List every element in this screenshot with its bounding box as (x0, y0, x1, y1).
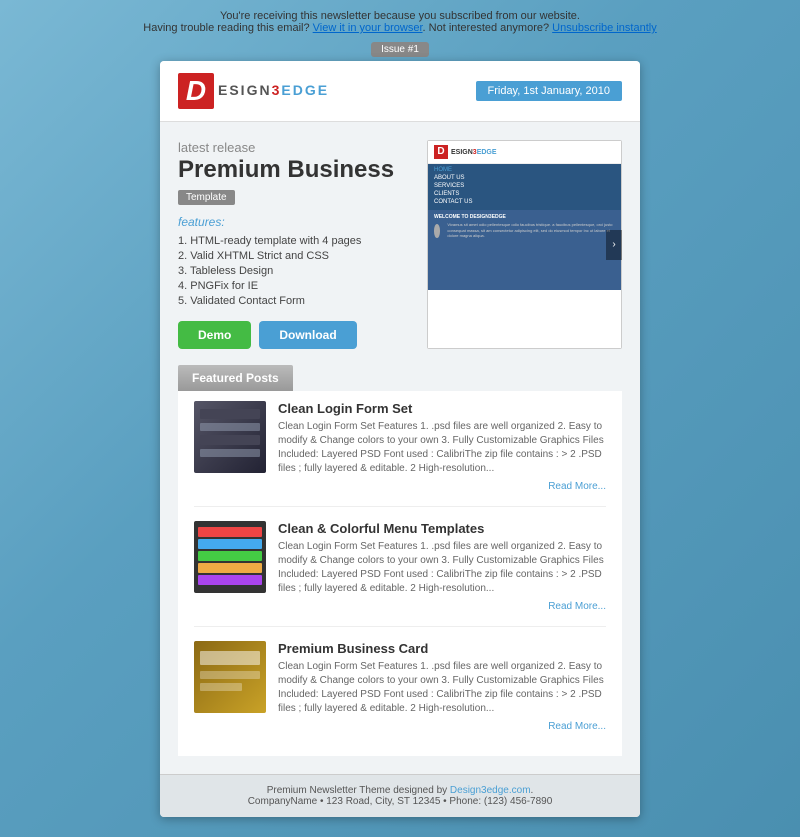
mockup-body-title: WELCOME TO DESIGN3EDGE (434, 214, 615, 220)
mockup-nav: HOME ABOUT US SERVICES CLIENTS CONTACT U… (428, 164, 621, 210)
feature-item: 4. PNGFix for IE (178, 280, 413, 292)
preview-next-arrow[interactable]: › (606, 230, 622, 260)
feature-item: 1. HTML-ready template with 4 pages (178, 235, 413, 247)
post-item-3: Premium Business Card Clean Login Form S… (194, 641, 606, 746)
mockup-body: WELCOME TO DESIGN3EDGE Vivamus sit amet … (428, 210, 621, 290)
action-buttons: Demo Download (178, 321, 413, 349)
view-in-browser-link[interactable]: View it in your browser (313, 22, 423, 34)
post-content-3: Premium Business Card Clean Login Form S… (278, 641, 606, 732)
footer-designed-by: Premium Newsletter Theme designed by (267, 785, 447, 796)
top-notice-bar: You're receiving this newsletter because… (143, 10, 656, 34)
footer-line2: CompanyName • 123 Road, City, ST 12345 •… (170, 796, 630, 807)
mockup-nav-services: SERVICES (434, 183, 615, 189)
post-title-3: Premium Business Card (278, 641, 606, 656)
read-more-2[interactable]: Read More... (278, 601, 606, 612)
logo-d-letter: D (178, 73, 214, 109)
mockup-nav-contact: CONTACT US (434, 199, 615, 205)
menu-row-yellow (198, 563, 262, 573)
demo-button[interactable]: Demo (178, 321, 251, 349)
logo-text: ESIGN3EDGE (218, 82, 329, 100)
post-thumb-1 (194, 401, 266, 473)
issue-badge: Issue #1 (371, 42, 429, 57)
featured-posts-header: Featured Posts (178, 365, 293, 391)
read-more-3[interactable]: Read More... (278, 721, 606, 732)
latest-release-label: latest release (178, 140, 413, 155)
thumb-row (200, 423, 260, 431)
feature-item: 5. Validated Contact Form (178, 295, 413, 307)
mockup-body-text: Vivamus sit amet odio pellentesque odio … (447, 222, 615, 239)
menu-row-green (198, 551, 262, 561)
release-text: latest release Premium Business Template… (178, 140, 413, 349)
read-more-1[interactable]: Read More... (278, 481, 606, 492)
features-list: 1. HTML-ready template with 4 pages 2. V… (178, 235, 413, 307)
post-thumb-3 (194, 641, 266, 713)
thumb-row (200, 449, 260, 457)
post-content-2: Clean & Colorful Menu Templates Clean Lo… (278, 521, 606, 612)
thumb-row (200, 435, 260, 445)
main-content: latest release Premium Business Template… (160, 122, 640, 774)
footer-design-link[interactable]: Design3edge.com (450, 785, 531, 796)
menu-row-red (198, 527, 262, 537)
thumb-login-visual (194, 401, 266, 465)
menu-row-blue (198, 539, 262, 549)
featured-section: Featured Posts Clean Login Form Set (178, 365, 622, 756)
post-content-1: Clean Login Form Set Clean Login Form Se… (278, 401, 606, 492)
post-desc-3: Clean Login Form Set Features 1. .psd fi… (278, 660, 606, 716)
mockup-logo-text: ESIGN3EDGE (451, 149, 497, 156)
preview-image: D ESIGN3EDGE HOME ABOUT US SERVICES CLIE… (427, 140, 622, 349)
newsletter-container: D ESIGN3EDGE Friday, 1st January, 2010 l… (160, 61, 640, 817)
logo: D ESIGN3EDGE (178, 73, 329, 109)
mockup-nav-about: ABOUT US (434, 175, 615, 181)
mockup-avatar (434, 224, 440, 238)
footer-section: Premium Newsletter Theme designed by Des… (160, 774, 640, 817)
post-title-2: Clean & Colorful Menu Templates (278, 521, 606, 536)
unsubscribe-link[interactable]: Unsubscribe instantly (552, 22, 657, 34)
download-button[interactable]: Download (259, 321, 356, 349)
feature-item: 3. Tableless Design (178, 265, 413, 277)
template-badge: Template (178, 190, 235, 205)
mockup-nav-clients: CLIENTS (434, 191, 615, 197)
post-item-2: Clean & Colorful Menu Templates Clean Lo… (194, 521, 606, 627)
footer-line1: Premium Newsletter Theme designed by Des… (170, 785, 630, 796)
post-thumb-2 (194, 521, 266, 593)
features-label: features: (178, 215, 413, 229)
mockup-header: D ESIGN3EDGE (428, 141, 621, 164)
premium-title: Premium Business (178, 157, 413, 183)
date-badge: Friday, 1st January, 2010 (476, 81, 623, 101)
featured-posts-list: Clean Login Form Set Clean Login Form Se… (178, 391, 622, 756)
menu-row-purple (198, 575, 262, 585)
thumb-row (200, 409, 260, 419)
mockup-window: D ESIGN3EDGE HOME ABOUT US SERVICES CLIE… (427, 140, 622, 349)
notice-text: You're receiving this newsletter because… (220, 10, 580, 22)
mockup-logo-d: D (434, 145, 448, 159)
post-title-1: Clean Login Form Set (278, 401, 606, 416)
trouble-text: Having trouble reading this email? (143, 22, 309, 34)
not-interested-text: Not interested anymore? (429, 22, 549, 34)
header-section: D ESIGN3EDGE Friday, 1st January, 2010 (160, 61, 640, 122)
mockup-nav-home: HOME (434, 167, 615, 173)
release-section: latest release Premium Business Template… (178, 140, 622, 349)
post-item-1: Clean Login Form Set Clean Login Form Se… (194, 401, 606, 507)
feature-item: 2. Valid XHTML Strict and CSS (178, 250, 413, 262)
post-desc-1: Clean Login Form Set Features 1. .psd fi… (278, 420, 606, 476)
post-desc-2: Clean Login Form Set Features 1. .psd fi… (278, 540, 606, 596)
